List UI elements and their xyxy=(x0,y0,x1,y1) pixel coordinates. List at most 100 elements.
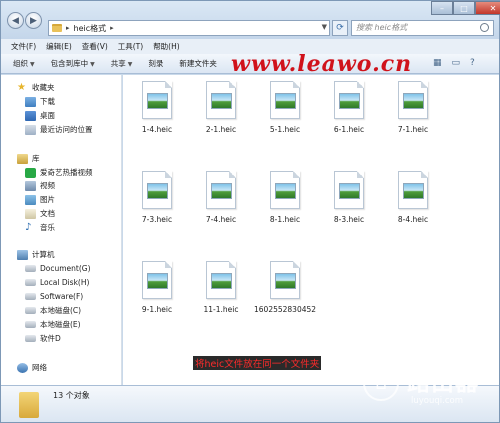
menu-help[interactable]: 帮助(H) xyxy=(153,41,180,52)
sidebar-item-desktop[interactable]: 桌面 xyxy=(25,109,55,122)
sidebar-label: 本地磁盘(C) xyxy=(40,306,82,315)
sidebar-label: Software(F) xyxy=(40,292,84,301)
sidebar-label: 软件D xyxy=(40,334,61,343)
file-item[interactable]: 7-3.heic xyxy=(127,171,187,245)
pictures-library-icon xyxy=(25,194,36,205)
sidebar-item-videos[interactable]: 视频 xyxy=(25,179,55,192)
folder-icon xyxy=(19,392,39,418)
network-icon xyxy=(17,362,28,373)
file-name: 11-1.heic xyxy=(203,305,239,314)
sidebar-item-favorites[interactable]: ★ 收藏夹 xyxy=(17,81,55,94)
title-bar: – □ ✕ ◀ ▶ ▸ heic格式 ▸ ▼ ⟳ 搜索 heic格式 xyxy=(1,1,500,39)
sidebar-label: 桌面 xyxy=(40,111,55,120)
preview-pane-icon[interactable]: ▭ xyxy=(452,58,461,68)
menu-file[interactable]: 文件(F) xyxy=(11,41,36,52)
organize-label: 组织 xyxy=(13,59,28,68)
hard-drive-icon xyxy=(25,335,36,342)
maximize-button[interactable]: □ xyxy=(453,1,475,15)
file-item[interactable]: 8-4.heic xyxy=(383,171,443,245)
hard-drive-icon xyxy=(25,265,36,272)
image-file-icon xyxy=(398,81,428,119)
file-item[interactable]: 7-4.heic xyxy=(191,171,251,245)
sidebar-item-music[interactable]: ♪ 音乐 xyxy=(25,221,55,234)
back-button[interactable]: ◀ xyxy=(7,12,24,29)
menu-view[interactable]: 查看(V) xyxy=(82,41,108,52)
file-item[interactable]: 1-4.heic xyxy=(127,81,187,155)
organize-button[interactable]: 组织 ▼ xyxy=(13,58,35,69)
burn-button[interactable]: 刻录 xyxy=(148,58,163,69)
hard-drive-icon xyxy=(25,307,36,314)
watermark-logo: ⌂ 路由器 luyouqi.com xyxy=(363,363,497,415)
file-item[interactable]: 8-1.heic xyxy=(255,171,315,245)
sidebar-item-drive-d[interactable]: 软件D xyxy=(25,332,61,345)
file-name: 9-1.heic xyxy=(141,305,173,314)
forward-button[interactable]: ▶ xyxy=(25,12,42,29)
include-library-button[interactable]: 包含到库中 ▼ xyxy=(51,58,95,69)
minimize-button[interactable]: – xyxy=(431,1,453,15)
file-name: 7-4.heic xyxy=(205,215,237,224)
sidebar-item-recent[interactable]: 最近访问的位置 xyxy=(25,123,93,136)
chevron-down-icon: ▼ xyxy=(90,61,95,68)
sidebar-item-drive-e[interactable]: 本地磁盘(E) xyxy=(25,318,81,331)
chevron-down-icon: ▼ xyxy=(30,61,35,68)
file-item[interactable]: 6-1.heic xyxy=(319,81,379,155)
sidebar-item-drive-g[interactable]: Document(G) xyxy=(25,262,91,275)
help-icon[interactable]: ? xyxy=(470,58,475,68)
chevron-right-icon: ▸ xyxy=(66,24,70,32)
image-file-icon xyxy=(142,171,172,209)
file-name: 6-1.heic xyxy=(333,125,365,134)
file-item[interactable]: 9-1.heic xyxy=(127,261,187,335)
image-file-icon xyxy=(398,171,428,209)
view-controls: ▦ ▭ ? xyxy=(433,58,475,68)
file-item[interactable]: 5-1.heic xyxy=(255,81,315,155)
share-button[interactable]: 共享 ▼ xyxy=(111,58,133,69)
sidebar-item-pictures[interactable]: 图片 xyxy=(25,193,55,206)
hard-drive-icon xyxy=(25,321,36,328)
sidebar-item-libraries[interactable]: 库 xyxy=(17,152,40,165)
file-item[interactable]: 8-3.heic xyxy=(319,171,379,245)
menu-edit[interactable]: 编辑(E) xyxy=(46,41,72,52)
chevron-right-icon: ▸ xyxy=(110,24,114,32)
computer-icon xyxy=(17,249,28,260)
sidebar-item-drive-f[interactable]: Software(F) xyxy=(25,290,83,303)
file-name: 1-4.heic xyxy=(141,125,173,134)
recent-places-icon xyxy=(25,124,36,135)
sidebar-item-drive-h[interactable]: Local Disk(H) xyxy=(25,276,89,289)
refresh-button[interactable]: ⟳ xyxy=(332,20,348,36)
view-options-icon[interactable]: ▦ xyxy=(433,58,442,68)
address-bar[interactable]: ▸ heic格式 ▸ ▼ xyxy=(48,20,330,36)
menu-tools[interactable]: 工具(T) xyxy=(118,41,143,52)
sidebar-label: 收藏夹 xyxy=(32,83,55,92)
video-library-icon xyxy=(25,180,36,191)
close-button[interactable]: ✕ xyxy=(475,1,500,15)
file-item[interactable]: 7-1.heic xyxy=(383,81,443,155)
sidebar-item-downloads[interactable]: 下载 xyxy=(25,95,55,108)
search-input[interactable]: 搜索 heic格式 xyxy=(351,20,494,36)
image-file-icon xyxy=(206,171,236,209)
sidebar-item-drive-c[interactable]: 本地磁盘(C) xyxy=(25,304,81,317)
file-item[interactable]: 11-1.heic xyxy=(191,261,251,335)
router-logo-icon: ⌂ xyxy=(363,365,399,401)
breadcrumb[interactable]: heic格式 xyxy=(74,23,107,34)
image-file-icon xyxy=(270,81,300,119)
new-folder-button[interactable]: 新建文件夹 xyxy=(179,58,217,69)
file-name: 5-1.heic xyxy=(269,125,301,134)
file-item[interactable]: 1602552830452... xyxy=(254,261,316,335)
sidebar-item-network[interactable]: 网络 xyxy=(17,361,47,374)
download-folder-icon xyxy=(25,96,36,107)
share-label: 共享 xyxy=(110,59,126,68)
music-note-icon: ♪ xyxy=(25,221,32,233)
file-item[interactable]: 2-1.heic xyxy=(191,81,251,155)
search-placeholder: 搜索 heic格式 xyxy=(356,23,408,32)
sidebar-label: 计算机 xyxy=(32,250,55,259)
image-file-icon xyxy=(142,261,172,299)
sidebar-label: 网络 xyxy=(32,363,47,372)
hard-drive-icon xyxy=(25,293,36,300)
sidebar-item-documents[interactable]: 文档 xyxy=(25,207,55,220)
sidebar-item-iqiyi[interactable]: 爱奇艺热播视频 xyxy=(25,166,93,179)
sidebar-item-computer[interactable]: 计算机 xyxy=(17,248,55,261)
chevron-down-icon[interactable]: ▼ xyxy=(322,23,327,31)
item-count: 13 个对象 xyxy=(53,391,90,400)
file-name: 8-3.heic xyxy=(333,215,365,224)
file-name: 2-1.heic xyxy=(205,125,237,134)
